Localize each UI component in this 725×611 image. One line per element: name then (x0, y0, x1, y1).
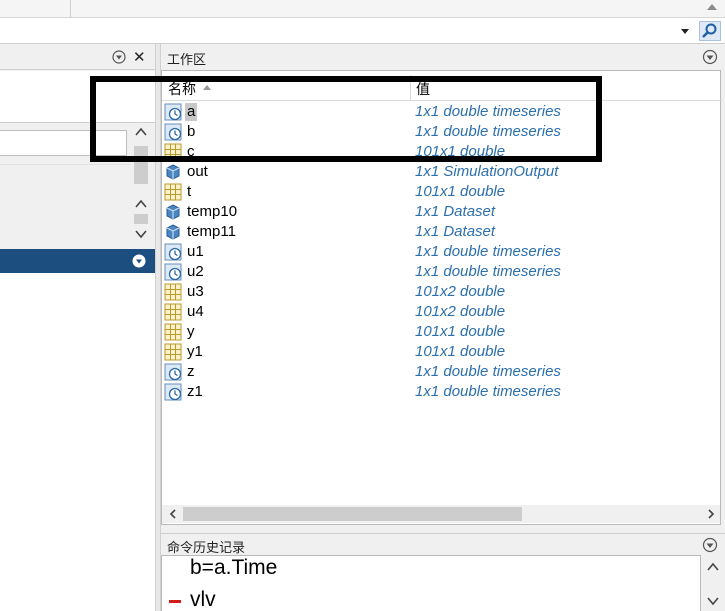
panel-gap (161, 525, 725, 533)
object-icon (164, 163, 182, 181)
variable-name: t (187, 183, 192, 200)
variable-value: 101x1 double (415, 323, 506, 340)
object-icon (164, 223, 182, 241)
variable-name: temp10 (187, 203, 238, 220)
timeseries-icon (164, 383, 182, 401)
scrollbar-thumb[interactable] (134, 214, 148, 224)
history-entry[interactable]: vlv (190, 588, 216, 611)
timeseries-icon (164, 363, 182, 381)
scroll-down-icon[interactable] (131, 226, 151, 242)
matrix-icon (164, 343, 182, 361)
variable-value: 1x1 Dataset (415, 223, 496, 240)
object-icon (166, 224, 180, 240)
workspace-title: 工作区 (167, 52, 207, 67)
top-toolbar-strip (0, 0, 725, 18)
variable-name: u4 (187, 303, 204, 320)
variable-value: 1x1 SimulationOutput (415, 163, 559, 180)
command-history-title: 命令历史记录 (167, 540, 246, 555)
timeseries-icon (164, 243, 182, 261)
current-folder-bar[interactable] (0, 18, 725, 44)
variable-name: z1 (187, 383, 203, 400)
panel-options-icon[interactable] (132, 254, 146, 268)
scroll-up-icon[interactable] (131, 196, 151, 212)
timeseries-icon (164, 263, 182, 281)
panel-options-icon[interactable] (112, 50, 126, 64)
scrollbar-thumb[interactable] (183, 507, 522, 521)
matrix-icon (164, 343, 182, 361)
variable-row[interactable]: t 101x1 double (162, 182, 722, 202)
object-icon (166, 164, 180, 180)
variable-value: 1x1 Dataset (415, 203, 496, 220)
variable-name: z (187, 363, 195, 380)
matrix-icon (164, 183, 182, 201)
scroll-left-icon[interactable] (168, 508, 178, 520)
left-panel-header: ✕ (0, 44, 155, 70)
variable-value: 101x2 double (415, 283, 506, 300)
variable-name: y1 (187, 343, 203, 360)
variable-row[interactable]: z1 1x1 double timeseries (162, 382, 722, 402)
scroll-up-arrow-icon[interactable] (706, 2, 718, 12)
variable-row[interactable]: out 1x1 SimulationOutput (162, 162, 722, 182)
variable-name: out (187, 163, 208, 180)
toolbar-separator (70, 0, 71, 18)
variable-row[interactable]: temp11 1x1 Dataset (162, 222, 722, 242)
matrix-icon (164, 183, 182, 201)
variable-row[interactable]: y1 101x1 double (162, 342, 722, 362)
scroll-up-icon[interactable] (701, 559, 725, 575)
scroll-down-icon[interactable] (701, 593, 725, 609)
variable-name: temp11 (187, 223, 236, 240)
variable-row[interactable]: temp10 1x1 Dataset (162, 202, 722, 222)
left-panel-active-header[interactable] (0, 249, 155, 273)
matrix-icon (164, 303, 182, 321)
matrix-icon (164, 323, 182, 341)
variable-value: 101x1 double (415, 343, 506, 360)
variable-name: u2 (187, 263, 204, 280)
timeseries-icon (164, 363, 182, 381)
left-panel-body (0, 273, 155, 611)
matrix-icon (164, 323, 182, 341)
variable-row[interactable]: y 101x1 double (162, 322, 722, 342)
session-marker (169, 600, 181, 603)
variable-row[interactable]: u3 101x2 double (162, 282, 722, 302)
workspace-options-icon[interactable] (702, 49, 718, 65)
variable-value: 1x1 double timeseries (415, 243, 561, 260)
search-icon (702, 23, 717, 38)
left-panel-list (0, 164, 131, 244)
command-history-list: b=a.Time vlv (161, 555, 701, 611)
matrix-icon (164, 283, 182, 301)
annotation-highlight-box (90, 76, 602, 162)
variable-name: u1 (187, 243, 204, 260)
variable-value: 1x1 double timeseries (415, 263, 561, 280)
timeseries-icon (164, 383, 182, 401)
matrix-icon (164, 283, 182, 301)
variable-value: 1x1 double timeseries (415, 363, 561, 380)
search-folder-button[interactable] (699, 21, 721, 41)
left-panel-scrollbar-bottom[interactable] (131, 186, 151, 244)
workspace-header: 工作区 (161, 44, 725, 70)
history-entry[interactable]: b=a.Time (190, 556, 277, 580)
variable-row[interactable]: u1 1x1 double timeseries (162, 242, 722, 262)
variable-row[interactable]: u2 1x1 double timeseries (162, 262, 722, 282)
scroll-right-icon[interactable] (706, 508, 716, 520)
matrix-icon (164, 303, 182, 321)
object-icon (164, 203, 182, 221)
timeseries-icon (164, 263, 182, 281)
object-icon (166, 204, 180, 220)
close-panel-button[interactable]: ✕ (133, 48, 146, 66)
variable-name: y (187, 323, 195, 340)
command-history-options-icon[interactable] (702, 537, 718, 553)
timeseries-icon (164, 243, 182, 261)
variable-value: 101x2 double (415, 303, 506, 320)
variable-name: u3 (187, 283, 204, 300)
variable-row[interactable]: u4 101x2 double (162, 302, 722, 322)
horizontal-scrollbar[interactable] (162, 505, 720, 523)
variable-row[interactable]: z 1x1 double timeseries (162, 362, 722, 382)
folder-history-dropdown-icon[interactable] (678, 24, 692, 38)
command-history-header: 命令历史记录 (161, 533, 725, 555)
variable-value: 1x1 double timeseries (415, 383, 561, 400)
variable-value: 101x1 double (415, 183, 506, 200)
command-history-scrollbar[interactable] (701, 555, 725, 611)
